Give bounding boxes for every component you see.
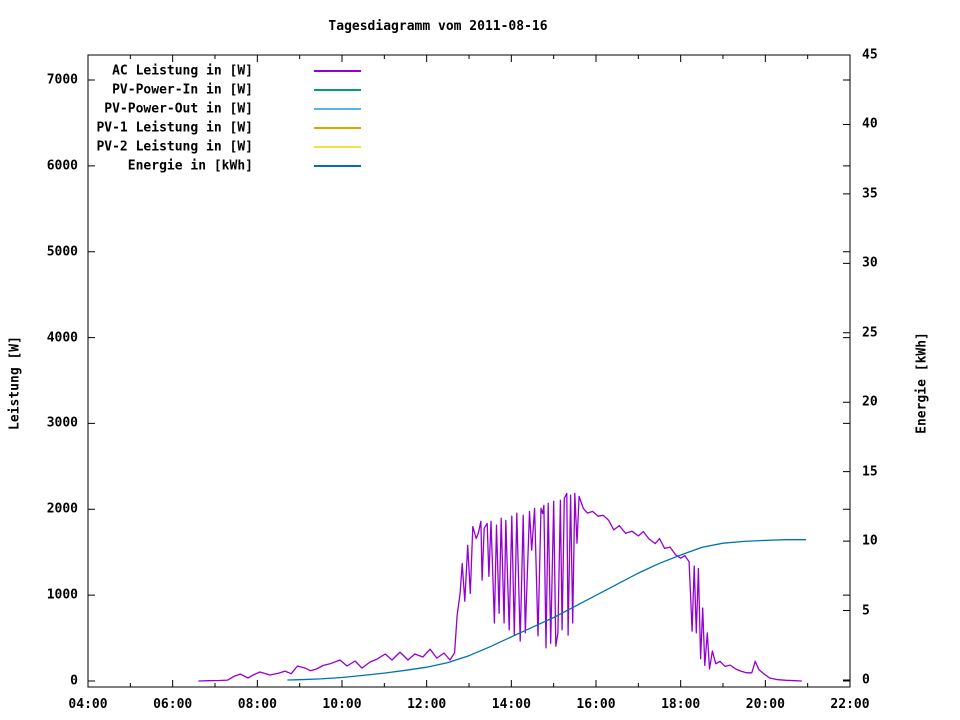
legend-line-sample [314, 127, 361, 129]
y2-tick-label: 15 [862, 464, 878, 479]
x-tick-label: 14:00 [492, 697, 531, 712]
legend-line-sample [314, 70, 361, 72]
y-tick-label: 5000 [0, 244, 78, 259]
legend-label: PV-2 Leistung in [W] [0, 140, 253, 155]
legend-label: AC Leistung in [W] [0, 64, 253, 79]
x-tick-label: 12:00 [407, 697, 446, 712]
chart-title: Tagesdiagramm vom 2011-08-16 [88, 19, 788, 34]
x-tick-label: 20:00 [746, 697, 785, 712]
legend-label: PV-1 Leistung in [W] [0, 121, 253, 136]
y-tick-label: 2000 [0, 502, 78, 517]
x-tick-label: 16:00 [576, 697, 615, 712]
legend-label: PV-Power-In in [W] [0, 83, 253, 98]
y-tick-label: 0 [0, 674, 78, 689]
y2-tick-label: 10 [862, 534, 878, 549]
legend-label: PV-Power-Out in [W] [0, 102, 253, 117]
y2-tick-label: 30 [862, 256, 878, 271]
x-tick-label: 18:00 [661, 697, 700, 712]
gnuplot-chart: Tagesdiagramm vom 2011-08-16 Leistung [W… [0, 0, 960, 720]
x-tick-label: 04:00 [68, 697, 107, 712]
legend-line-sample [314, 165, 361, 167]
y2-tick-label: 25 [862, 325, 878, 340]
y-tick-label: 1000 [0, 588, 78, 603]
x-tick-label: 06:00 [153, 697, 192, 712]
y2-tick-label: 5 [862, 603, 870, 618]
legend-line-sample [314, 146, 361, 148]
y-tick-label: 3000 [0, 416, 78, 431]
y2-tick-label: 45 [862, 48, 878, 63]
x-tick-label: 10:00 [322, 697, 361, 712]
x-tick-label: 22:00 [830, 697, 869, 712]
y2-tick-label: 20 [862, 395, 878, 410]
y-tick-label: 4000 [0, 330, 78, 345]
legend-label: Energie in [kWh] [0, 159, 253, 174]
y2-axis-label: Energie [kWh] [915, 332, 930, 434]
x-tick-label: 08:00 [238, 697, 277, 712]
legend-line-sample [314, 108, 361, 110]
y2-tick-label: 35 [862, 186, 878, 201]
y2-tick-label: 0 [862, 673, 870, 688]
legend-line-sample [314, 89, 361, 91]
series-line [199, 493, 801, 681]
y2-tick-label: 40 [862, 117, 878, 132]
